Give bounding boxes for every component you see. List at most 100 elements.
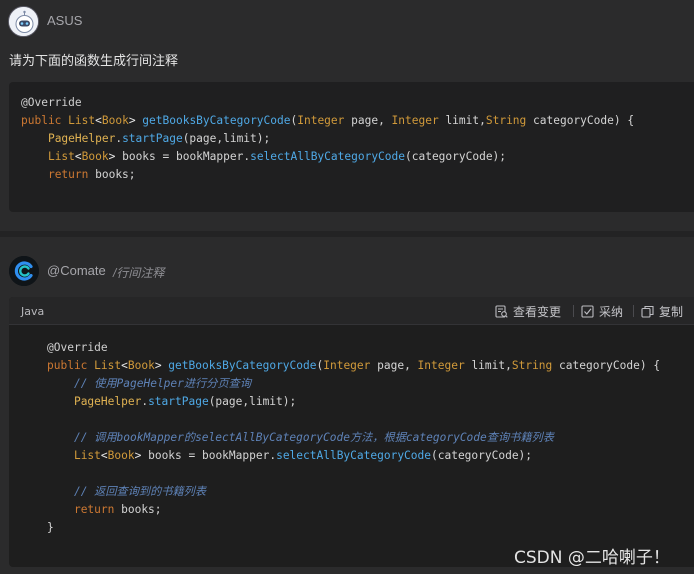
user-name: ASUS — [47, 13, 83, 28]
code-token: categoryCode) { — [552, 359, 661, 372]
code-token: List — [73, 449, 101, 462]
code-token: startPage — [122, 132, 183, 145]
view-changes-button[interactable]: 查看变更 — [495, 303, 561, 320]
code-token: > — [154, 359, 169, 372]
code-token: // 调用bookMapper的selectAllByCategoryCode方… — [73, 431, 554, 444]
bot-name: @Comate — [47, 263, 106, 278]
code-line: public List<Book> getBooksByCategoryCode… — [47, 357, 660, 375]
code-token: getBooksByCategoryCode — [142, 114, 291, 127]
code-token: books; — [88, 168, 136, 181]
user-message: ASUS 请为下面的函数生成行间注释 @Override public List<… — [0, 0, 694, 285]
user-avatar[interactable] — [8, 6, 39, 37]
adopt-check-icon — [581, 305, 594, 318]
code-token: selectAllByCategoryCode — [276, 449, 431, 462]
code-token: books; — [114, 503, 162, 516]
code-token: books = bookMapper. — [122, 150, 251, 163]
code-line: } — [47, 519, 660, 537]
code-token: limit, — [464, 359, 512, 372]
code-token: Integer — [323, 359, 371, 372]
code-token: getBooksByCategoryCode — [168, 359, 317, 372]
copy-button[interactable]: 复制 — [641, 303, 683, 320]
toolbar-separator — [633, 305, 634, 317]
code-token: categoryCode) { — [526, 114, 635, 127]
bot-message: @Comate /行间注释 Java 查看变更 采纳 复制 @Override … — [0, 237, 694, 574]
code-line: return books; — [47, 501, 660, 519]
code-token: startPage — [148, 395, 209, 408]
view-changes-icon — [495, 305, 508, 318]
code-token: // 返回查询到的书籍列表 — [73, 485, 207, 498]
code-line: public List<Book> getBooksByCategoryCode… — [21, 112, 634, 130]
code-line: List<Book> books = bookMapper.selectAllB… — [47, 447, 660, 465]
code-line: // 调用bookMapper的selectAllByCategoryCode方… — [47, 429, 660, 447]
bot-command: /行间注释 — [113, 266, 165, 280]
code-token: PageHelper — [73, 395, 142, 408]
code-block-header: Java 查看变更 采纳 复制 — [9, 297, 694, 325]
code-token: > — [128, 114, 143, 127]
code-token: selectAllByCategoryCode — [250, 150, 405, 163]
code-token: < — [74, 150, 82, 163]
code-token: Book — [101, 114, 129, 127]
code-line: @Override — [47, 339, 660, 357]
code-token: Integer — [417, 359, 465, 372]
user-prompt: 请为下面的函数生成行间注释 — [9, 53, 179, 68]
code-token: books = bookMapper. — [148, 449, 277, 462]
code-token: Integer — [297, 114, 345, 127]
robot-avatar-icon — [9, 7, 38, 36]
code-line: PageHelper.startPage(page,limit); — [47, 393, 660, 411]
user-code-block: @Override public List<Book> getBooksByCat… — [9, 82, 694, 285]
code-token: (page,limit); — [208, 395, 297, 408]
comate-logo-icon — [9, 256, 39, 286]
code-token: Book — [127, 359, 155, 372]
code-token: String — [511, 359, 553, 372]
adopt-label: 采纳 — [599, 305, 624, 319]
generated-code-content: @Override public List<Book> getBooksByCat… — [47, 339, 660, 537]
code-line: @Override — [21, 94, 634, 112]
code-line: // 返回查询到的书籍列表 — [47, 483, 660, 501]
view-changes-label: 查看变更 — [513, 305, 562, 319]
copy-icon — [641, 305, 654, 318]
code-token: < — [121, 359, 128, 372]
csdn-watermark: CSDN @二哈喇子！ — [514, 548, 670, 568]
code-line: return books; — [21, 166, 634, 184]
code-token: @Override — [21, 96, 82, 109]
code-token: // 使用PageHelper进行分页查询 — [73, 377, 252, 390]
code-token: String — [485, 114, 527, 127]
code-token: return — [47, 168, 89, 181]
adopt-button[interactable]: 采纳 — [581, 303, 623, 320]
code-token: List — [47, 150, 75, 163]
code-line: PageHelper.startPage(page,limit); — [21, 130, 634, 148]
comate-avatar[interactable] — [9, 256, 39, 286]
code-token: (categoryCode); — [431, 449, 533, 462]
code-token: > — [108, 150, 123, 163]
code-token: < — [100, 449, 108, 462]
code-line: List<Book> books = bookMapper.selectAllB… — [21, 148, 634, 166]
code-token: public — [47, 359, 95, 372]
code-token: (categoryCode); — [405, 150, 507, 163]
code-token: List — [94, 359, 122, 372]
copy-label: 复制 — [659, 305, 684, 319]
code-token: List — [68, 114, 96, 127]
code-token: < — [95, 114, 102, 127]
code-token: Book — [81, 150, 109, 163]
code-token: page, — [370, 359, 418, 372]
code-language: Java — [21, 305, 45, 318]
code-token: return — [73, 503, 115, 516]
code-token: PageHelper — [47, 132, 116, 145]
generated-code-card: Java 查看变更 采纳 复制 @Override public List<Bo… — [9, 297, 694, 567]
toolbar-separator — [573, 305, 574, 317]
code-token: public — [21, 114, 69, 127]
code-token: } — [47, 521, 54, 534]
code-token: Book — [107, 449, 135, 462]
code-token: > — [134, 449, 149, 462]
